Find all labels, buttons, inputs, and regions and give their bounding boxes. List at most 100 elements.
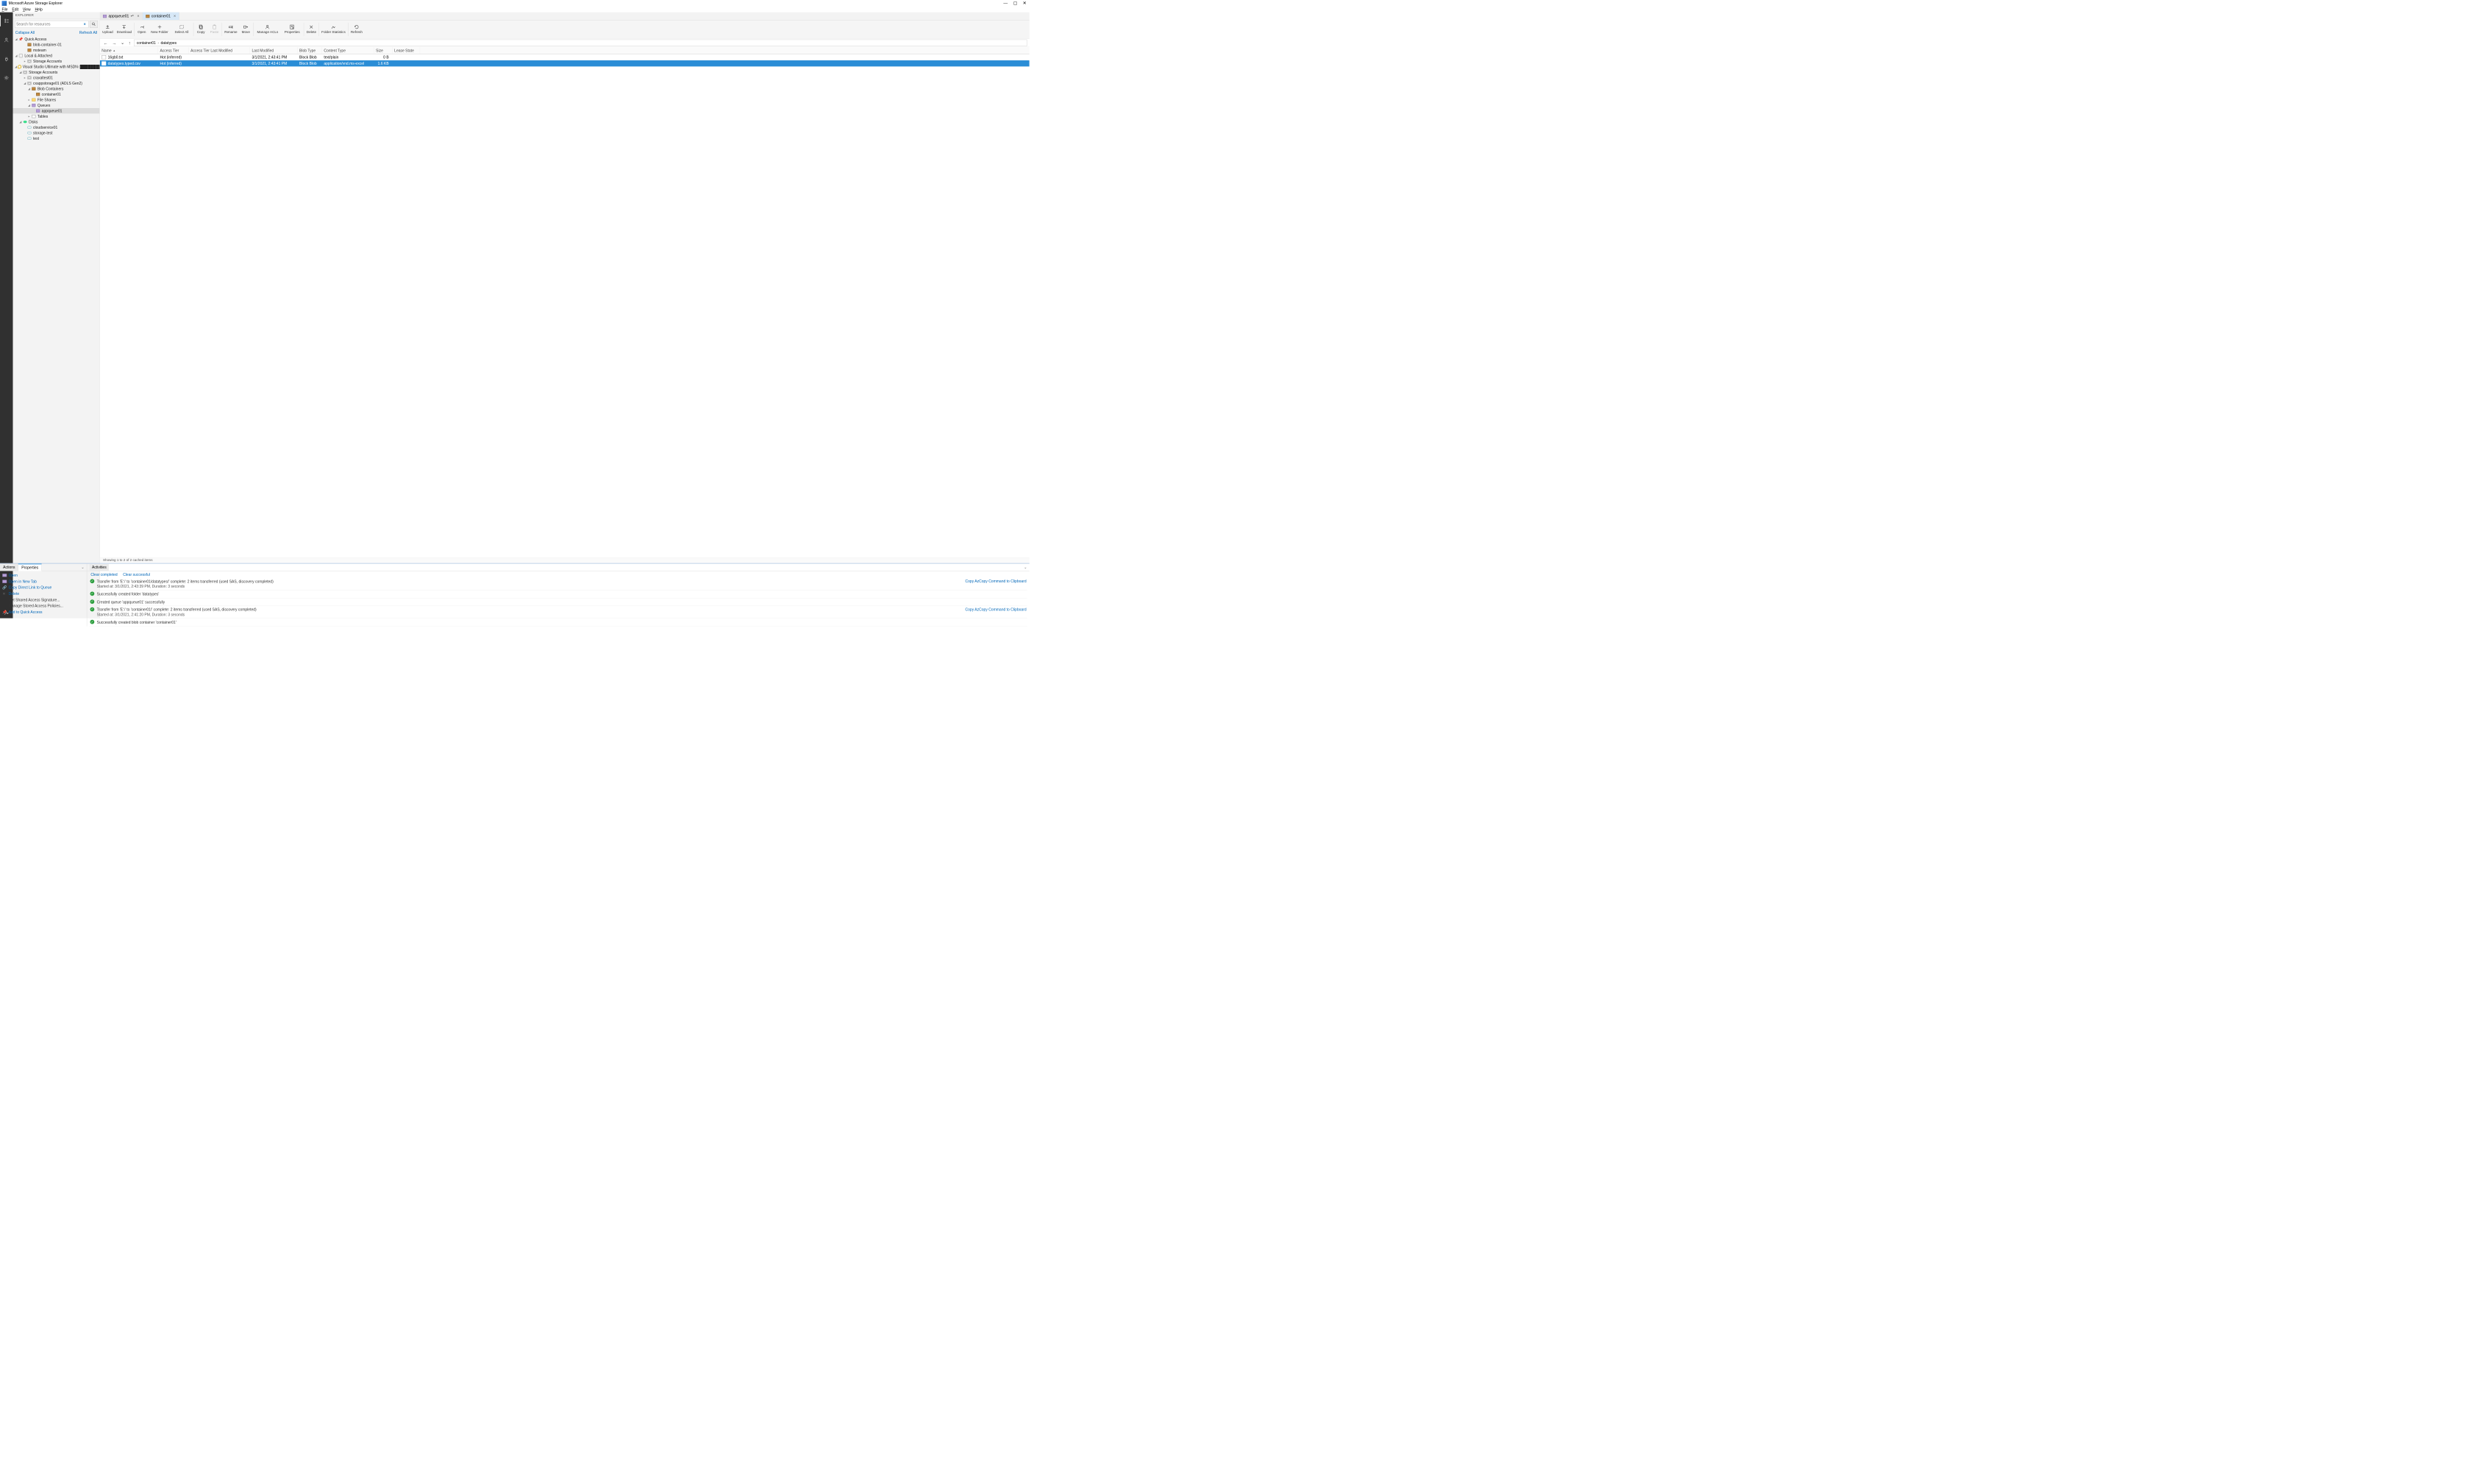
nav-recent-icon[interactable]: ⌄: [119, 40, 125, 46]
success-icon: ✓: [90, 579, 94, 583]
activity-account-icon[interactable]: [0, 35, 13, 46]
action-open[interactable]: Open: [0, 572, 87, 578]
activity-settings-icon[interactable]: [0, 72, 13, 83]
tree-queues[interactable]: ◢Queues: [13, 103, 99, 108]
collapse-all-link[interactable]: Collapse All: [15, 30, 35, 35]
menu-view[interactable]: View: [23, 7, 31, 12]
file-table: Name▲ Access Tier Access Tier Last Modif…: [100, 47, 1030, 557]
panel-caret-icon[interactable]: ⌄: [79, 564, 87, 571]
crumb-1[interactable]: datatypes: [160, 40, 176, 45]
nav-up-icon[interactable]: ↑: [127, 40, 132, 46]
close-button[interactable]: ✕: [1023, 1, 1027, 6]
tree-disk-item-2[interactable]: test: [13, 136, 99, 141]
tree-file-shares[interactable]: ▸File Shares: [13, 97, 99, 102]
close-tab-icon[interactable]: ×: [136, 14, 140, 18]
tree-sub-storage-accounts[interactable]: ◢Storage Accounts: [13, 70, 99, 75]
success-icon: ✓: [90, 599, 94, 604]
tree-local-storage-accounts[interactable]: ▸Storage Accounts: [13, 59, 99, 64]
clear-successful-link[interactable]: Clear successful: [123, 572, 150, 577]
activity-row: ✓ Transfer from 'E:\' to 'container01/' …: [90, 606, 1027, 618]
action-sas[interactable]: Get Shared Access Signature...: [0, 597, 87, 603]
tab-actions[interactable]: Actions: [0, 564, 18, 571]
move-button[interactable]: Move: [239, 21, 252, 38]
action-policies[interactable]: Manage Stored Access Policies...: [0, 603, 87, 609]
search-input[interactable]: [16, 22, 82, 26]
explorer-panel: EXPLORER × Collapse All Refresh All ◢📌Qu…: [13, 13, 99, 618]
tab-container01[interactable]: container01 ×: [143, 13, 179, 20]
menu-file[interactable]: File: [1, 7, 7, 12]
tab-properties[interactable]: Properties: [18, 564, 42, 571]
table-row[interactable]: datatypes.typed.csv Hot (inferred) 3/1/2…: [100, 60, 1030, 66]
menu-help[interactable]: Help: [35, 7, 42, 12]
col-content-type[interactable]: Content Type: [322, 47, 374, 54]
activity-row: ✓ Successfully created folder 'datatypes…: [90, 591, 1027, 598]
tree-account-craxaltest[interactable]: ▸craxaltest01: [13, 75, 99, 80]
maximize-button[interactable]: ▢: [1013, 1, 1018, 6]
clear-completed-link[interactable]: Clear completed: [90, 572, 117, 577]
col-lease[interactable]: Lease State: [393, 47, 420, 54]
tree-quick-access[interactable]: ◢📌Quick Access: [13, 37, 99, 42]
queue-icon: [103, 15, 107, 18]
tree-quick-item-1[interactable]: msteam: [13, 48, 99, 53]
col-tier[interactable]: Access Tier: [158, 47, 189, 54]
tree-tables[interactable]: ▸Tables: [13, 114, 99, 119]
tree-disk-item-0[interactable]: cloudservice01: [13, 125, 99, 130]
folder-stats-button[interactable]: Folder Statistics: [320, 21, 348, 38]
breadcrumb[interactable]: container01 › datatypes: [134, 40, 1027, 46]
tree-disks[interactable]: ◢Disks: [13, 119, 99, 124]
new-folder-button[interactable]: New Folder: [149, 21, 171, 38]
manage-acls-button[interactable]: Manage ACLs: [254, 21, 282, 38]
file-icon: [101, 61, 106, 65]
crumb-0[interactable]: container01: [137, 40, 156, 45]
search-button[interactable]: [90, 21, 98, 28]
table-row[interactable]: 16gb0.txt Hot (inferred) 3/1/2021, 2:43:…: [100, 54, 1030, 60]
nav-forward-icon[interactable]: →: [111, 40, 118, 46]
rename-button[interactable]: Rename: [223, 21, 239, 38]
tree-container01[interactable]: container01: [13, 92, 99, 97]
refresh-button[interactable]: Refresh: [349, 21, 364, 38]
col-last-mod[interactable]: Last Modified: [250, 47, 298, 54]
activity-explorer-icon[interactable]: [0, 15, 13, 26]
action-open-new-tab[interactable]: Open in New Tab: [0, 579, 87, 585]
minimize-button[interactable]: —: [1003, 1, 1008, 6]
success-icon: ✓: [90, 607, 94, 612]
clear-search-icon[interactable]: ×: [82, 22, 87, 26]
tree-appqueue01[interactable]: appqueue01: [13, 108, 99, 113]
activities-panel: Activities ⌄ Clear completed Clear succe…: [87, 564, 1029, 627]
tree-blob-containers[interactable]: ◢Blob Containers: [13, 86, 99, 91]
menu-edit[interactable]: Edit: [12, 7, 18, 12]
select-all-button[interactable]: Select All: [171, 21, 193, 38]
upload-button[interactable]: Upload: [101, 21, 115, 38]
refresh-all-link[interactable]: Refresh All: [79, 30, 97, 35]
download-button[interactable]: Download: [115, 21, 133, 38]
nav-back-icon[interactable]: ←: [102, 40, 109, 46]
tree-account-cxappstorage[interactable]: ◢cxappstorage01 (ADLS Gen2): [13, 81, 99, 86]
panel-caret-icon[interactable]: ⌄: [1024, 565, 1027, 569]
menu-bar: File Edit View Help: [0, 7, 1030, 12]
delete-button[interactable]: Delete: [304, 21, 318, 38]
copy-button[interactable]: Copy: [194, 21, 207, 38]
activity-connect-icon[interactable]: [0, 53, 13, 64]
close-tab-icon[interactable]: ×: [172, 14, 176, 18]
file-icon: [101, 55, 106, 60]
col-blob-type[interactable]: Blob Type: [298, 47, 322, 54]
tab-activities[interactable]: Activities: [90, 564, 109, 571]
tree-quick-item-0[interactable]: blob-container-01: [13, 42, 99, 47]
col-size[interactable]: Size: [374, 47, 393, 54]
col-name[interactable]: Name▲: [100, 47, 158, 54]
properties-button[interactable]: Properties: [281, 21, 303, 38]
tree-disk-item-1[interactable]: storage-test: [13, 130, 99, 135]
col-tier-mod[interactable]: Access Tier Last Modified: [189, 47, 250, 54]
tab-appqueue01[interactable]: appqueue01 •⁺ ×: [100, 13, 143, 20]
copy-azcopy-link[interactable]: Copy AzCopy Command to Clipboard: [966, 579, 1027, 583]
copy-azcopy-link[interactable]: Copy AzCopy Command to Clipboard: [966, 607, 1027, 612]
open-button[interactable]: Open: [135, 21, 149, 38]
sort-asc-icon: ▲: [113, 49, 115, 52]
action-copy-link[interactable]: 🔗Copy Direct Link to Queue: [0, 585, 87, 591]
tree-local-attached[interactable]: ◢Local & Attached: [13, 53, 99, 58]
activity-row: ✓ Created queue 'appqueue01' successfull…: [90, 598, 1027, 605]
nav-row: ← → ⌄ ↑ container01 › datatypes: [100, 38, 1030, 47]
tree-subscription[interactable]: ◢Visual Studio Ultimate with MSDN (█████…: [13, 64, 99, 69]
action-delete[interactable]: ✕Delete: [0, 591, 87, 596]
action-quick-access[interactable]: 📌Add to Quick Access: [0, 609, 87, 615]
